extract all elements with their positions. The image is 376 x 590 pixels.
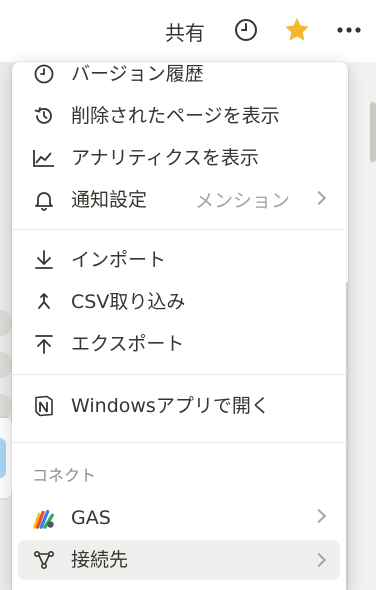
divider [12, 374, 346, 375]
divider [12, 442, 346, 443]
menu-item-label: CSV取り込み [71, 291, 186, 313]
divider [12, 229, 346, 230]
star-icon[interactable] [283, 16, 311, 44]
background-row [0, 310, 12, 336]
chevron-right-icon [311, 190, 327, 206]
menu-item-connections[interactable]: 接続先 [18, 540, 340, 580]
page-options-menu: バージョン履歴 削除されたページを表示 アナリティクスを表示 通知設定 メンショ… [12, 62, 348, 590]
menu-item-label: エクスポート [71, 333, 185, 355]
menu-item-show-deleted-pages[interactable]: 削除されたページを表示 [12, 98, 346, 134]
menu-item-label: アナリティクスを表示 [71, 147, 259, 169]
merge-icon [32, 290, 56, 314]
connect-section-label: コネクト [32, 466, 97, 485]
export-icon [32, 332, 56, 356]
menu-item-label: GAS [71, 507, 111, 529]
gas-logo-icon [32, 506, 56, 530]
notification-setting-value: メンション [195, 190, 291, 212]
notion-icon [32, 394, 56, 418]
bell-icon [32, 188, 56, 212]
clock-icon[interactable] [232, 16, 260, 44]
menu-item-label: 通知設定 [71, 189, 148, 211]
menu-item-gas[interactable]: GAS [12, 500, 346, 536]
menu-item-import[interactable]: インポート [12, 242, 346, 278]
background-right [348, 62, 376, 590]
connections-icon [32, 548, 56, 572]
top-bar: 共有 [0, 0, 376, 62]
menu-item-open-windows-app[interactable]: Windowsアプリで開く [12, 388, 346, 424]
chevron-right-icon [311, 508, 327, 524]
background-row [0, 352, 12, 378]
menu-item-notification-settings[interactable]: 通知設定 メンション [12, 182, 346, 218]
more-icon[interactable] [335, 16, 363, 44]
menu-item-export[interactable]: エクスポート [12, 326, 346, 362]
menu-item-show-analytics[interactable]: アナリティクスを表示 [12, 140, 346, 176]
clock-icon [32, 62, 56, 86]
import-icon [32, 248, 56, 272]
background-row [0, 394, 12, 420]
menu-item-label: Windowsアプリで開く [71, 395, 270, 417]
analytics-icon [32, 146, 56, 170]
menu-scrollbar-thumb[interactable] [346, 282, 348, 590]
chevron-right-icon [311, 552, 327, 568]
menu-item-version-history[interactable]: バージョン履歴 [12, 62, 346, 92]
menu-item-label: 接続先 [71, 549, 129, 571]
menu-item-label: バージョン履歴 [71, 63, 204, 85]
menu-item-label: 削除されたページを表示 [71, 105, 280, 127]
menu-item-csv-import[interactable]: CSV取り込み [12, 284, 346, 320]
background-card [0, 418, 12, 498]
restore-icon [32, 104, 56, 128]
menu-item-label: インポート [71, 249, 167, 271]
share-button[interactable]: 共有 [165, 17, 205, 46]
